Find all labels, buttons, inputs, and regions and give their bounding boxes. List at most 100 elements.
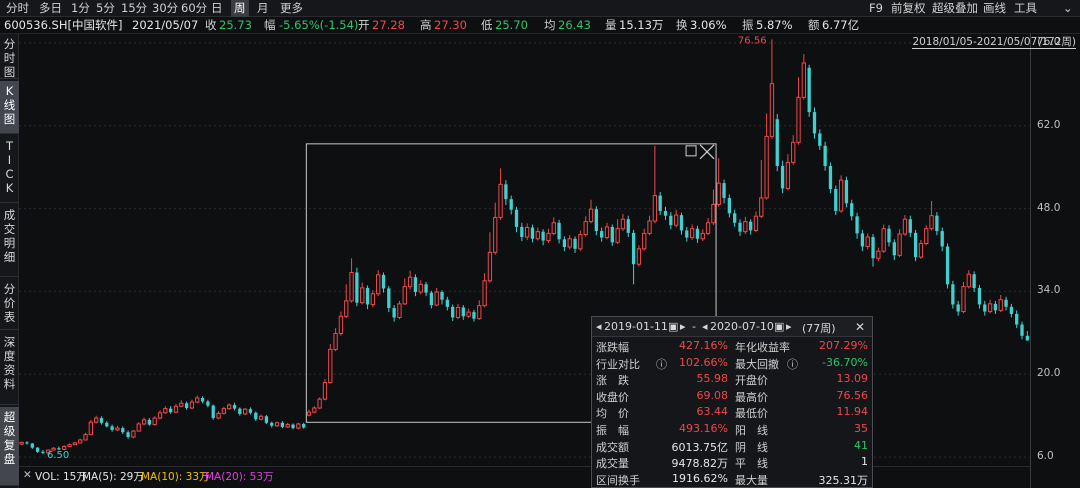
candle-body xyxy=(892,242,896,256)
stats-label: 最低价 xyxy=(735,407,768,421)
candle-body xyxy=(169,408,173,413)
start-date[interactable]: 2019-01-11 xyxy=(604,320,668,333)
candle-body xyxy=(738,222,742,232)
candle-body xyxy=(838,179,844,212)
stats-row: 涨 跌 55.98 开盘价 13.09 xyxy=(592,372,872,388)
side-tab-2[interactable]: TICK xyxy=(0,136,19,203)
low-label: 低 xyxy=(481,18,493,32)
candle-body xyxy=(881,228,886,252)
close-icon[interactable]: ✕ xyxy=(23,469,32,481)
timeframe-tab-10[interactable]: 更多 xyxy=(277,0,306,17)
candle-body xyxy=(302,423,306,428)
candle-body xyxy=(855,216,859,234)
timeframe-tab-1[interactable]: 多日 xyxy=(36,0,65,17)
timeframe-tab-2[interactable]: 1分 xyxy=(68,0,93,17)
candle-body xyxy=(775,119,779,166)
candle-body xyxy=(41,451,45,453)
toolbar-right-item-1[interactable]: 前复权 xyxy=(891,0,926,17)
stats-value: 9478.82万 xyxy=(671,457,729,471)
candle-body xyxy=(173,405,179,413)
candle-body xyxy=(764,135,769,199)
candle-body xyxy=(274,422,280,427)
timeframe-tab-9[interactable]: 月 xyxy=(254,0,272,17)
candle-body xyxy=(200,397,205,402)
candle-body xyxy=(110,426,114,430)
candle-body xyxy=(604,226,610,239)
candle-body xyxy=(258,415,264,420)
side-tab-3[interactable]: 成交明细 xyxy=(0,205,19,277)
close-value: 25.73 xyxy=(219,18,252,32)
close-label: 收 xyxy=(205,18,217,32)
timeframe-tab-6[interactable]: 60分 xyxy=(178,0,210,17)
interval-stats-panel: ◂ 2019-01-11 ▣ ▸ - ◂ 2020-07-10 ▣ ▸ (77周… xyxy=(591,316,873,488)
toolbar-right-item-0[interactable]: F9 xyxy=(869,0,883,17)
stats-label: 最大回撤 xyxy=(735,357,779,371)
calendar-icon[interactable]: ▣ xyxy=(668,320,678,333)
side-tab-6[interactable]: 超级复盘 xyxy=(0,407,19,486)
candle-body xyxy=(163,408,168,414)
toolbar-right-item-2[interactable]: 超级叠加 xyxy=(932,0,978,17)
candle-body xyxy=(642,232,647,250)
candle-body xyxy=(99,418,104,423)
help-icon[interactable]: ⓘ xyxy=(656,356,667,372)
next-start-arrow-icon[interactable]: ▸ xyxy=(680,320,686,333)
candle-body xyxy=(498,183,503,218)
toolbar-right-item-3[interactable]: 画线 xyxy=(983,0,1006,17)
stats-row: 成交额 6013.75亿阴 线 41 xyxy=(592,439,872,455)
open-value: 27.28 xyxy=(372,18,405,32)
stats-label: 成交量 xyxy=(596,457,629,471)
timeframe-tab-5[interactable]: 30分 xyxy=(149,0,181,17)
side-tab-0[interactable]: 分时图 xyxy=(0,34,19,79)
candle-body xyxy=(1004,299,1008,307)
timeframe-tab-8[interactable]: 周 xyxy=(231,0,249,17)
timeframe-tab-4[interactable]: 15分 xyxy=(118,0,150,17)
candle-body xyxy=(402,286,407,305)
candle-body xyxy=(951,284,955,305)
candle-body xyxy=(987,303,993,313)
stats-row: 收盘价 69.08 最高价 76.56 xyxy=(592,389,872,405)
end-date[interactable]: 2020-07-10 xyxy=(710,320,774,333)
side-tab-5[interactable]: 深度资料 xyxy=(0,332,19,405)
candle-body xyxy=(828,165,833,190)
calendar-icon[interactable]: ▣ xyxy=(774,320,784,333)
candle-body xyxy=(791,141,796,163)
candle-body xyxy=(876,250,881,259)
date-range-label[interactable]: 2018/01/05-2021/05/07(172周) xyxy=(912,36,1076,49)
timeframe-tab-3[interactable]: 5分 xyxy=(93,0,118,17)
avg-label: 均 xyxy=(544,18,556,32)
candle-body xyxy=(455,306,461,318)
candle-body xyxy=(850,203,854,217)
candle-body xyxy=(615,228,620,243)
candle-body xyxy=(370,293,375,305)
next-end-arrow-icon[interactable]: ▸ xyxy=(786,320,792,333)
prev-end-arrow-icon[interactable]: ◂ xyxy=(702,320,708,333)
stats-value: 69.08 xyxy=(696,388,729,402)
avg-value: 26.43 xyxy=(558,18,591,32)
prev-start-arrow-icon[interactable]: ◂ xyxy=(596,320,602,333)
side-tab-4[interactable]: 分价表 xyxy=(0,279,19,330)
kline-chart-area[interactable]: 76.56 6.50 xyxy=(19,34,1030,488)
side-tab-1[interactable]: K线图 xyxy=(0,81,19,134)
kline-chart[interactable]: 76.56 6.50 xyxy=(19,34,1030,466)
side-view-tabs: 分时图 K线图 TICK 成交明细分价表深度资料超级复盘 xyxy=(0,34,19,488)
stats-value: 493.16% xyxy=(679,422,728,435)
candle-body xyxy=(998,299,1003,311)
candle-body xyxy=(620,218,626,230)
timeframe-tab-0[interactable]: 分时 xyxy=(3,0,32,17)
high-label: 高 xyxy=(420,18,432,32)
chevron-down-icon[interactable]: ⌄ xyxy=(1063,0,1073,17)
candle-body xyxy=(407,276,413,288)
candle-body xyxy=(908,219,912,233)
candle-body xyxy=(360,287,365,304)
toolbar-right-item-4[interactable]: 工具 xyxy=(1014,0,1037,17)
candle-body xyxy=(823,145,827,166)
stats-value: 35 xyxy=(854,422,868,435)
help-icon[interactable]: ⓘ xyxy=(787,356,798,372)
candle-body xyxy=(280,422,285,427)
candle-body xyxy=(818,133,822,146)
candle-body xyxy=(349,271,354,302)
timeframe-tab-7[interactable]: 日 xyxy=(208,0,226,17)
turnover-value: 3.06% xyxy=(690,18,727,32)
close-icon[interactable]: ✕ xyxy=(855,320,865,334)
candle-body xyxy=(131,430,136,438)
